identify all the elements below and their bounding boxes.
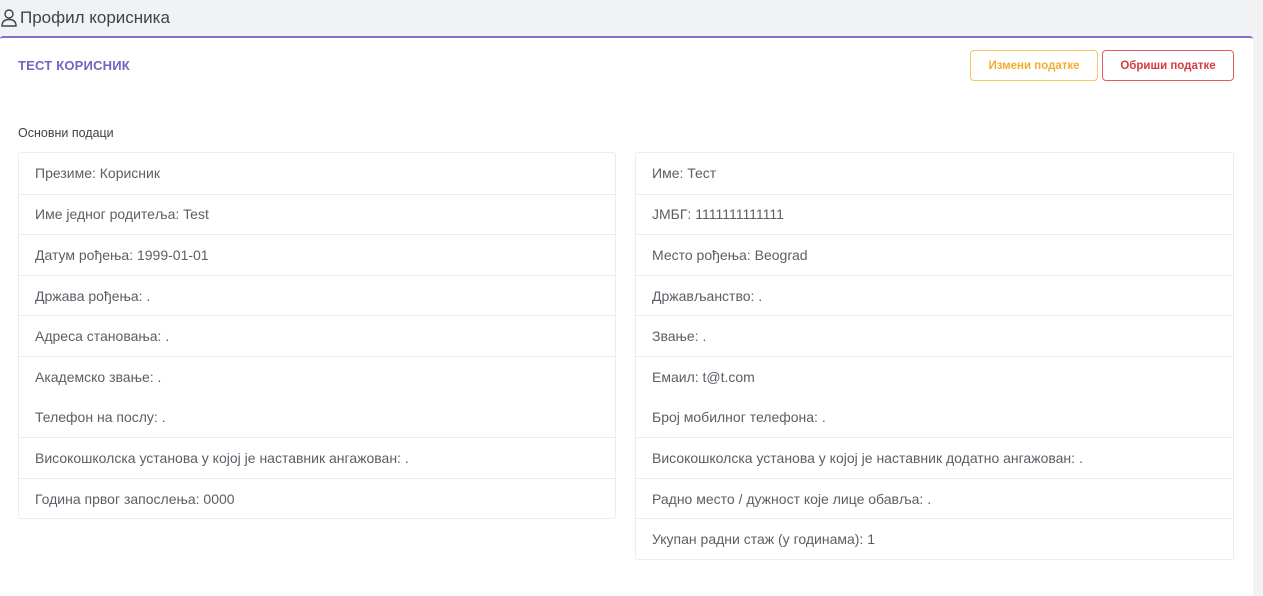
field-surname: Презиме: Корисник	[35, 165, 160, 182]
field-birth-country: Држава рођења: .	[19, 274, 615, 316]
left-field-list: Презиме: Корисник Име једног родитеља: T…	[18, 152, 616, 520]
field-parent-name: Име једног родитеља: Test	[19, 193, 615, 235]
field-jmbg: ЈМБГ: 1111111111111	[636, 193, 1233, 235]
edit-data-button[interactable]: Измени податке	[970, 50, 1098, 81]
delete-data-button[interactable]: Обриши податке	[1102, 50, 1234, 81]
field-birth-date: Датум рођења: 1999-01-01	[19, 234, 615, 275]
user-icon	[0, 8, 18, 28]
field-institution: Високошколска установа у којој је настав…	[19, 437, 615, 478]
field-title: Звање: .	[636, 315, 1233, 356]
field-first-name: Име: Тест	[652, 165, 717, 182]
right-field-list: Име: Тест ЈМБГ: 1111111111111 Место рође…	[635, 152, 1234, 560]
field-academic-title: Академско звање: .	[19, 355, 615, 397]
profile-card: ТЕСТ КОРИСНИК Измени податке Обриши пода…	[0, 36, 1253, 596]
field-address: Адреса становања: .	[19, 315, 615, 356]
field-total-experience: Укупан радни стаж (у годинама): 1	[636, 518, 1233, 559]
field-mobile-phone: Број мобилног телефона: .	[652, 409, 826, 426]
field-first-employment-year: Година првог запослења: 0000	[19, 477, 615, 519]
page-header: Профил корисника	[0, 0, 1263, 36]
field-position: Радно место / дужност које лице обавља: …	[636, 477, 1233, 519]
page-title: Профил корисника	[20, 8, 170, 27]
section-label-basic-data: Основни подаци	[18, 126, 114, 140]
field-email: Емаил: t@t.com	[636, 355, 1233, 397]
field-additional-institution: Високошколска установа у којој је настав…	[636, 437, 1233, 478]
field-citizenship: Држављанство: .	[636, 274, 1233, 316]
field-work-phone: Телефон на послу: .	[35, 409, 166, 426]
user-name-title: ТЕСТ КОРИСНИК	[18, 58, 130, 73]
field-birth-place: Место рођења: Beograd	[636, 234, 1233, 275]
